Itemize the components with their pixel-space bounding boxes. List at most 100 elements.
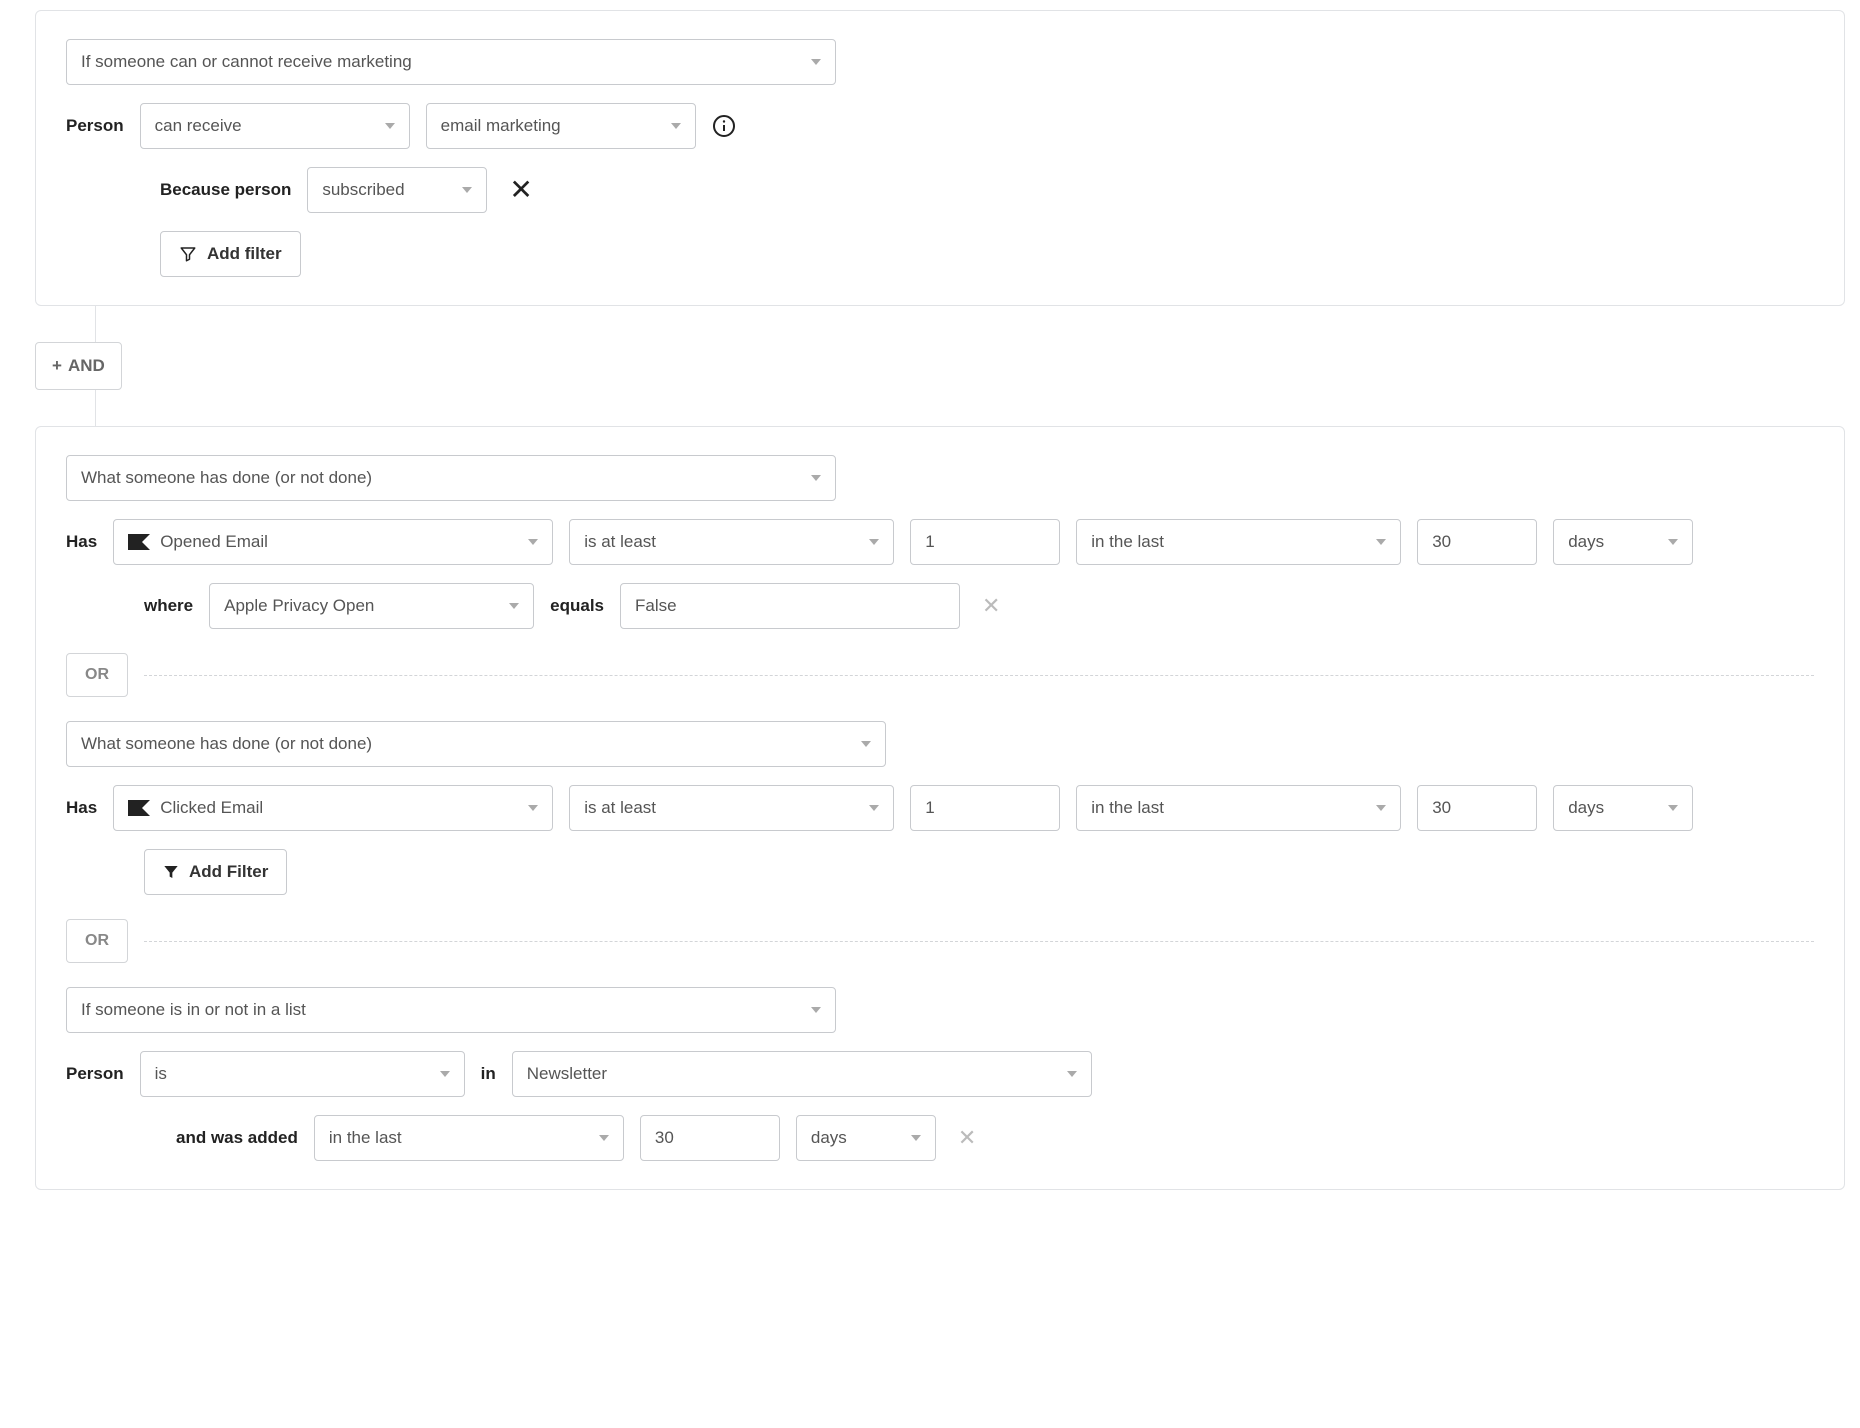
chevron-down-icon xyxy=(509,603,519,609)
equals-label: equals xyxy=(550,596,604,616)
c3-was-added-label: and was added xyxy=(176,1128,298,1148)
c2-timeframe-value-input[interactable]: 30 xyxy=(1417,785,1537,831)
c1-timeframe-op-label: in the last xyxy=(1091,532,1164,552)
chevron-down-icon xyxy=(1668,539,1678,545)
c1-count-input[interactable]: 1 xyxy=(910,519,1060,565)
chevron-down-icon xyxy=(528,805,538,811)
c1-metric-label: Opened Email xyxy=(160,532,268,552)
and-button[interactable]: + AND xyxy=(35,342,122,390)
c2-operator-select[interactable]: is at least xyxy=(569,785,894,831)
condition-type-label: If someone can or cannot receive marketi… xyxy=(81,52,412,72)
c3-timeframe-unit-label: days xyxy=(811,1128,847,1148)
or-button-2[interactable]: OR xyxy=(66,919,128,963)
or-divider xyxy=(144,675,1814,676)
c1-operator-select[interactable]: is at least xyxy=(569,519,894,565)
chevron-down-icon xyxy=(1668,805,1678,811)
reason-value: subscribed xyxy=(322,180,404,200)
c2-count-value: 1 xyxy=(925,798,934,818)
c1-timeframe-value-input[interactable]: 30 xyxy=(1417,519,1537,565)
c3-timeframe-op-label: in the last xyxy=(329,1128,402,1148)
c2-condition-type-select[interactable]: What someone has done (or not done) xyxy=(66,721,886,767)
c1-timeframe-op-select[interactable]: in the last xyxy=(1076,519,1401,565)
c1-where-property-label: Apple Privacy Open xyxy=(224,596,374,616)
c3-timeframe-unit-select[interactable]: days xyxy=(796,1115,936,1161)
c2-timeframe-value: 30 xyxy=(1432,798,1451,818)
c1-timeframe-value: 30 xyxy=(1432,532,1451,552)
chevron-down-icon xyxy=(671,123,681,129)
chevron-down-icon xyxy=(811,475,821,481)
chevron-down-icon xyxy=(528,539,538,545)
c3-condition-type-label: If someone is in or not in a list xyxy=(81,1000,306,1020)
funnel-icon xyxy=(179,245,197,263)
channel-value: email marketing xyxy=(441,116,561,136)
remove-timeframe-button[interactable]: ✕ xyxy=(952,1127,982,1149)
chevron-down-icon xyxy=(440,1071,450,1077)
c3-timeframe-value-input[interactable]: 30 xyxy=(640,1115,780,1161)
flag-icon xyxy=(128,800,150,816)
info-icon[interactable] xyxy=(712,114,736,138)
c1-timeframe-unit-select[interactable]: days xyxy=(1553,519,1693,565)
or-button-1[interactable]: OR xyxy=(66,653,128,697)
chevron-down-icon xyxy=(1376,805,1386,811)
chevron-down-icon xyxy=(811,59,821,65)
person-label: Person xyxy=(66,116,124,136)
condition-group-1: If someone can or cannot receive marketi… xyxy=(35,10,1845,306)
c2-add-filter-button[interactable]: Add Filter xyxy=(144,849,287,895)
c2-operator-label: is at least xyxy=(584,798,656,818)
chevron-down-icon xyxy=(385,123,395,129)
connector-line xyxy=(95,390,1845,426)
plus-icon: + xyxy=(52,356,62,376)
c3-in-label: in xyxy=(481,1064,496,1084)
condition-group-2: What someone has done (or not done) Has … xyxy=(35,426,1845,1190)
c1-operator-label: is at least xyxy=(584,532,656,552)
chevron-down-icon xyxy=(1376,539,1386,545)
c3-is-value: is xyxy=(155,1064,167,1084)
add-filter-label: Add filter xyxy=(207,244,282,264)
c1-where-property-select[interactable]: Apple Privacy Open xyxy=(209,583,534,629)
c1-where-value-input[interactable]: False xyxy=(620,583,960,629)
connector-line xyxy=(95,306,1845,342)
remove-reason-button[interactable]: ✕ xyxy=(503,176,538,204)
can-receive-value: can receive xyxy=(155,116,242,136)
c2-metric-select[interactable]: Clicked Email xyxy=(113,785,553,831)
c3-is-select[interactable]: is xyxy=(140,1051,465,1097)
c1-condition-type-select[interactable]: What someone has done (or not done) xyxy=(66,455,836,501)
c3-list-value: Newsletter xyxy=(527,1064,607,1084)
c3-list-select[interactable]: Newsletter xyxy=(512,1051,1092,1097)
c2-timeframe-op-label: in the last xyxy=(1091,798,1164,818)
because-person-label: Because person xyxy=(160,180,291,200)
c2-count-input[interactable]: 1 xyxy=(910,785,1060,831)
channel-select[interactable]: email marketing xyxy=(426,103,696,149)
c3-timeframe-op-select[interactable]: in the last xyxy=(314,1115,624,1161)
c2-timeframe-unit-select[interactable]: days xyxy=(1553,785,1693,831)
c1-count-value: 1 xyxy=(925,532,934,552)
chevron-down-icon xyxy=(869,539,879,545)
chevron-down-icon xyxy=(599,1135,609,1141)
condition-type-select[interactable]: If someone can or cannot receive marketi… xyxy=(66,39,836,85)
c1-metric-select[interactable]: Opened Email xyxy=(113,519,553,565)
or-label: OR xyxy=(85,666,109,684)
c1-condition-type-label: What someone has done (or not done) xyxy=(81,468,372,488)
c2-has-label: Has xyxy=(66,798,97,818)
chevron-down-icon xyxy=(1067,1071,1077,1077)
filter-icon xyxy=(163,864,179,880)
chevron-down-icon xyxy=(462,187,472,193)
remove-where-button[interactable]: ✕ xyxy=(976,595,1006,617)
and-label: AND xyxy=(68,356,105,376)
chevron-down-icon xyxy=(811,1007,821,1013)
chevron-down-icon xyxy=(861,741,871,747)
add-filter-button[interactable]: Add filter xyxy=(160,231,301,277)
c3-timeframe-value: 30 xyxy=(655,1128,674,1148)
where-label: where xyxy=(144,596,193,616)
c2-timeframe-unit-label: days xyxy=(1568,798,1604,818)
can-receive-select[interactable]: can receive xyxy=(140,103,410,149)
or-divider xyxy=(144,941,1814,942)
c2-add-filter-label: Add Filter xyxy=(189,862,268,882)
c2-condition-type-label: What someone has done (or not done) xyxy=(81,734,372,754)
flag-icon xyxy=(128,534,150,550)
reason-select[interactable]: subscribed xyxy=(307,167,487,213)
c2-metric-label: Clicked Email xyxy=(160,798,263,818)
c3-condition-type-select[interactable]: If someone is in or not in a list xyxy=(66,987,836,1033)
c2-timeframe-op-select[interactable]: in the last xyxy=(1076,785,1401,831)
c1-timeframe-unit-label: days xyxy=(1568,532,1604,552)
